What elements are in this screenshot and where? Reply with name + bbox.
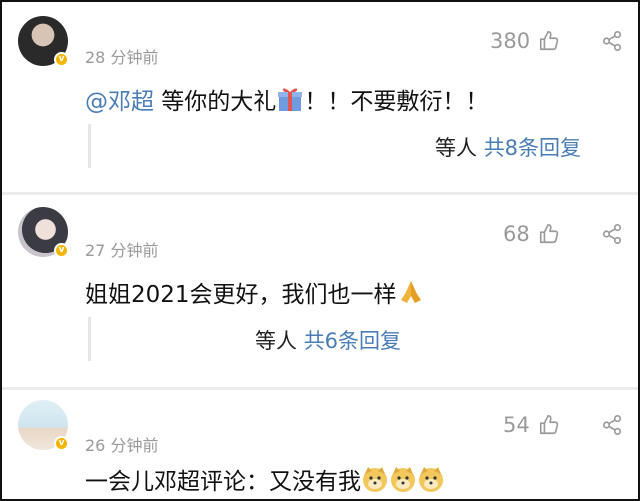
comment-text-part: 姐姐2021会更好，我们也一样 (85, 282, 397, 308)
verified-badge-icon: v (54, 243, 69, 258)
comment-item: v 27 分钟前 68 姐姐2021会更好，我们也一样 等人 共6条回复 (2, 195, 638, 387)
doge-icon (363, 467, 387, 492)
like-count: 54 (503, 413, 530, 437)
avatar[interactable]: v (18, 400, 69, 451)
comment-text-part: 一会儿邓超评论：又没有我 (85, 469, 361, 495)
comment-time: 28 分钟前 (85, 48, 159, 67)
share-icon[interactable] (601, 223, 623, 245)
reply-prefix: 等人 (255, 329, 297, 353)
comment-item: v 28 分钟前 380 @邓超 等你的大礼 ！！不要敷衍！！ 等人 共8条回复 (2, 2, 638, 192)
comment-text-part: 等你的大礼 (154, 89, 277, 115)
view-replies-link[interactable]: 共6条回复 (304, 329, 401, 353)
comment-text-part: ！！不要敷衍！！ (304, 89, 489, 115)
comment-time: 26 分钟前 (85, 436, 159, 455)
reply-prefix: 等人 (435, 136, 477, 160)
thumbs-up-icon[interactable] (538, 414, 560, 436)
comment-list: v 28 分钟前 380 @邓超 等你的大礼 ！！不要敷衍！！ 等人 共8条回复 (0, 0, 640, 501)
gift-icon (278, 88, 303, 111)
comment-text: @邓超 等你的大礼 ！！不要敷衍！！ (85, 82, 488, 116)
praying-hands-icon (400, 281, 421, 303)
avatar[interactable]: v (18, 16, 69, 67)
view-replies-link[interactable]: 共8条回复 (484, 136, 581, 160)
comment-text: 姐姐2021会更好，我们也一样 (85, 275, 425, 309)
doge-icon (391, 467, 415, 492)
thumbs-up-icon[interactable] (538, 223, 560, 245)
share-icon[interactable] (601, 30, 623, 52)
comment-time: 27 分钟前 (85, 241, 159, 260)
doge-icon (419, 467, 443, 492)
comment-item: v 26 分钟前 54 一会儿邓超评论：又没有我 (2, 390, 638, 499)
reply-preview[interactable]: 等人 共6条回复 (88, 317, 625, 361)
verified-badge-icon: v (54, 52, 69, 67)
mention-link[interactable]: @邓超 (85, 89, 154, 115)
comment-text: 一会儿邓超评论：又没有我 (85, 462, 445, 496)
thumbs-up-icon[interactable] (538, 30, 560, 52)
verified-badge-icon: v (54, 436, 69, 451)
reply-preview[interactable]: 等人 共8条回复 (88, 124, 625, 168)
share-icon[interactable] (601, 414, 623, 436)
like-count: 380 (490, 29, 531, 53)
avatar[interactable]: v (18, 207, 69, 258)
like-count: 68 (503, 222, 530, 246)
